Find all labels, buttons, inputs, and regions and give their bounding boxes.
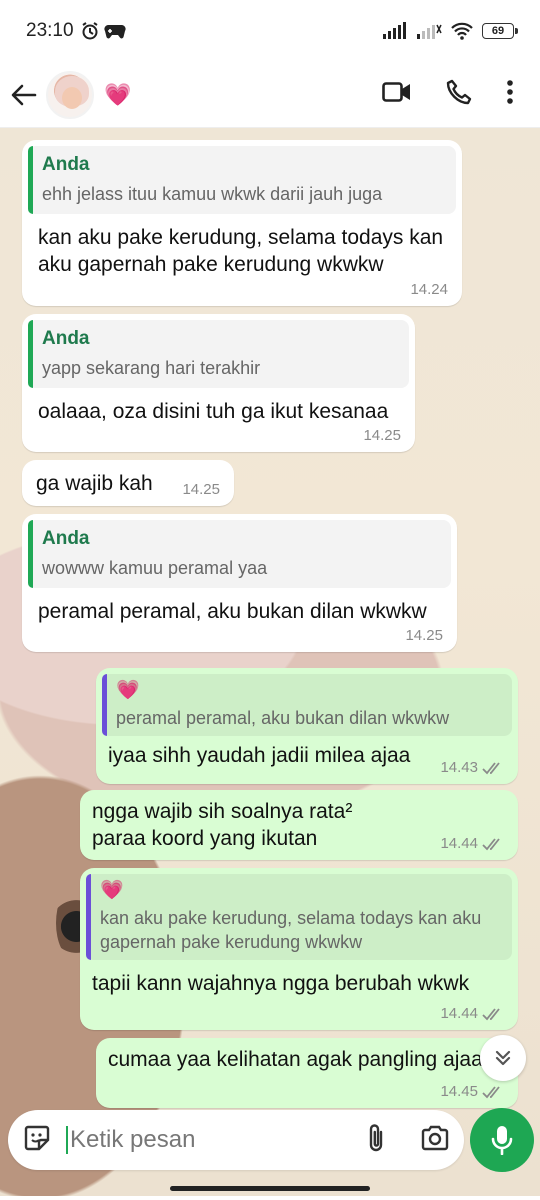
attach-button[interactable] <box>366 1122 386 1159</box>
message-text: peramal peramal, aku bukan dilan wkwkw <box>38 600 427 623</box>
message-text: oalaaa, oza disini tuh ga ikut kesanaa <box>38 400 389 423</box>
message-text: tapii kann wajahnya ngga berubah wkwk <box>92 972 470 995</box>
double-check-icon <box>482 1085 500 1098</box>
message-time: 14.25 <box>182 481 220 498</box>
sticker-button[interactable] <box>22 1123 52 1158</box>
double-check-icon <box>482 837 500 850</box>
message-text: ngga wajib sih soalnya rata² paraa koord… <box>92 800 353 850</box>
message-bubble-outgoing[interactable]: ngga wajib sih soalnya rata² paraa koord… <box>80 790 518 860</box>
microphone-icon <box>491 1126 513 1155</box>
avatar[interactable] <box>46 70 94 119</box>
voice-call-button[interactable] <box>446 79 472 110</box>
message-text: kan aku pake kerudung, selama todays kan… <box>38 226 444 276</box>
double-check-icon <box>482 761 500 774</box>
sticker-icon <box>24 1125 50 1150</box>
message-time: 14.25 <box>405 627 443 644</box>
status-time: 23:10 <box>26 20 74 41</box>
quote-text: wowww kamuu peramal yaa <box>42 558 268 578</box>
home-indicator[interactable] <box>170 1186 370 1191</box>
message-bubble-incoming[interactable]: Anda wowww kamuu peramal yaa peramal per… <box>22 514 457 652</box>
quote-author: Anda <box>42 154 90 175</box>
wifi-icon <box>451 22 473 40</box>
video-call-button[interactable] <box>382 81 412 108</box>
message-bubble-incoming[interactable]: Anda yapp sekarang hari terakhir oalaaa,… <box>22 314 415 452</box>
back-button[interactable] <box>10 81 38 109</box>
quote-author: Anda <box>42 328 90 349</box>
quoted-message[interactable]: 💗 peramal peramal, aku bukan dilan wkwkw <box>102 674 512 736</box>
voice-message-button[interactable] <box>470 1108 534 1172</box>
double-check-icon <box>482 1007 500 1020</box>
video-camera-icon <box>382 82 410 102</box>
signal-icon <box>383 22 406 39</box>
message-bubble-outgoing[interactable]: 💗 kan aku pake kerudung, selama todays k… <box>80 868 518 1030</box>
quote-text: peramal peramal, aku bukan dilan wkwkw <box>116 708 450 728</box>
message-time: 14.44 <box>440 835 504 852</box>
message-time: 14.45 <box>440 1083 504 1100</box>
quote-text: yapp sekarang hari terakhir <box>42 358 261 378</box>
message-time: 14.25 <box>363 427 401 444</box>
message-bubble-outgoing[interactable]: cumaa yaa kelihatan agak pangling ajaa 1… <box>96 1038 518 1108</box>
quoted-message[interactable]: 💗 kan aku pake kerudung, selama todays k… <box>86 874 512 960</box>
quote-author: 💗 <box>100 880 124 901</box>
battery-indicator: 69 <box>482 23 518 39</box>
game-controller-icon <box>103 24 126 39</box>
camera-icon <box>421 1125 449 1150</box>
more-vertical-icon <box>507 80 513 104</box>
message-input[interactable] <box>66 1126 316 1154</box>
alarm-icon <box>81 22 98 40</box>
signal-weak-icon <box>417 24 442 39</box>
message-text: cumaa yaa kelihatan agak pangling ajaa <box>108 1048 483 1071</box>
message-composer <box>8 1110 464 1170</box>
quote-text: ehh jelass ituu kamuu wkwk darii jauh ju… <box>42 184 383 204</box>
quote-author: 💗 <box>116 680 140 701</box>
camera-button[interactable] <box>420 1125 450 1156</box>
quoted-message[interactable]: Anda wowww kamuu peramal yaa <box>28 520 451 588</box>
arrow-left-icon <box>11 84 37 105</box>
status-bar: 23:10 69 <box>0 0 540 62</box>
more-options-button[interactable] <box>506 79 514 110</box>
contact-name[interactable]: 💗 <box>104 82 131 108</box>
quote-author: Anda <box>42 528 90 549</box>
chat-header: 💗 <box>0 62 540 128</box>
message-time: 14.43 <box>440 759 504 776</box>
message-bubble-incoming[interactable]: Anda ehh jelass ituu kamuu wkwk darii ja… <box>22 140 462 306</box>
double-chevron-down-icon <box>495 1050 511 1066</box>
chat-area[interactable]: Anda ehh jelass ituu kamuu wkwk darii ja… <box>0 128 540 1196</box>
paperclip-icon <box>369 1123 383 1151</box>
quoted-message[interactable]: Anda yapp sekarang hari terakhir <box>28 320 409 388</box>
phone-icon <box>446 79 472 105</box>
message-time: 14.24 <box>410 281 448 298</box>
message-bubble-outgoing[interactable]: 💗 peramal peramal, aku bukan dilan wkwkw… <box>96 668 518 784</box>
scroll-to-bottom-button[interactable] <box>480 1035 526 1081</box>
quoted-message[interactable]: Anda ehh jelass ituu kamuu wkwk darii ja… <box>28 146 456 214</box>
message-time: 14.44 <box>440 1005 504 1022</box>
message-bubble-incoming[interactable]: ga wajib kah 14.25 <box>22 460 234 506</box>
quote-text: kan aku pake kerudung, selama todays kan… <box>100 908 482 952</box>
